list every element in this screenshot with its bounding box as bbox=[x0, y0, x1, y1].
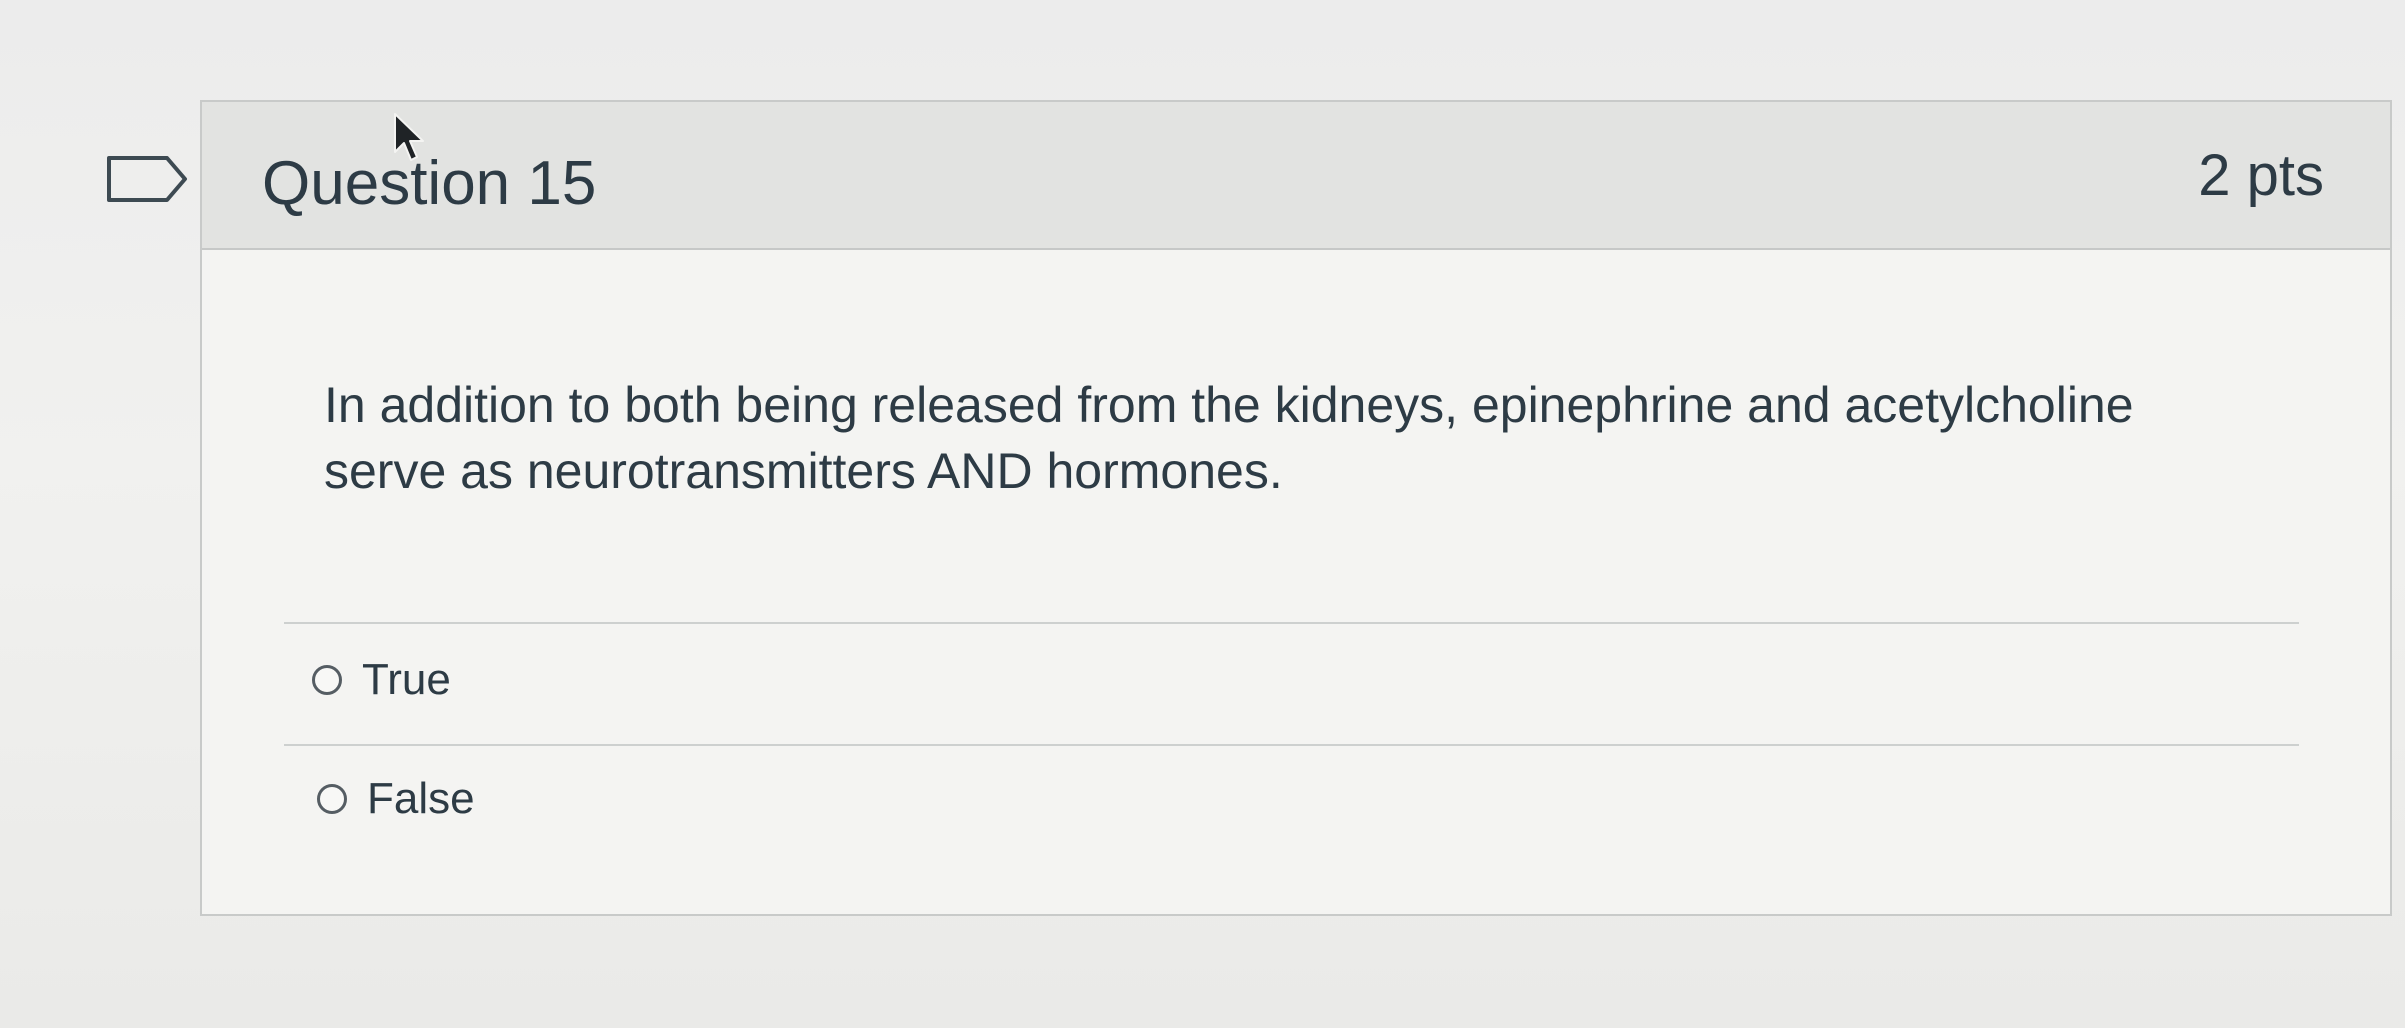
question-header: Question 15 2 pts bbox=[202, 102, 2390, 250]
flag-question-icon[interactable] bbox=[105, 154, 191, 204]
question-points: 2 pts bbox=[2198, 143, 2324, 208]
answers-divider-middle bbox=[284, 744, 2299, 746]
question-text: In addition to both being released from … bbox=[324, 377, 2134, 499]
answer-label-false: False bbox=[367, 774, 475, 823]
answer-label-true: True bbox=[362, 655, 451, 704]
answer-option-false[interactable]: False bbox=[317, 774, 475, 824]
mouse-cursor-icon bbox=[393, 112, 427, 166]
radio-button-true[interactable] bbox=[312, 665, 342, 695]
radio-button-false[interactable] bbox=[317, 784, 347, 814]
question-title: Question 15 bbox=[262, 149, 597, 218]
answer-option-true[interactable]: True bbox=[312, 655, 451, 705]
answers-divider-top bbox=[284, 622, 2299, 624]
question-card: Question 15 2 pts In addition to both be… bbox=[200, 100, 2392, 916]
